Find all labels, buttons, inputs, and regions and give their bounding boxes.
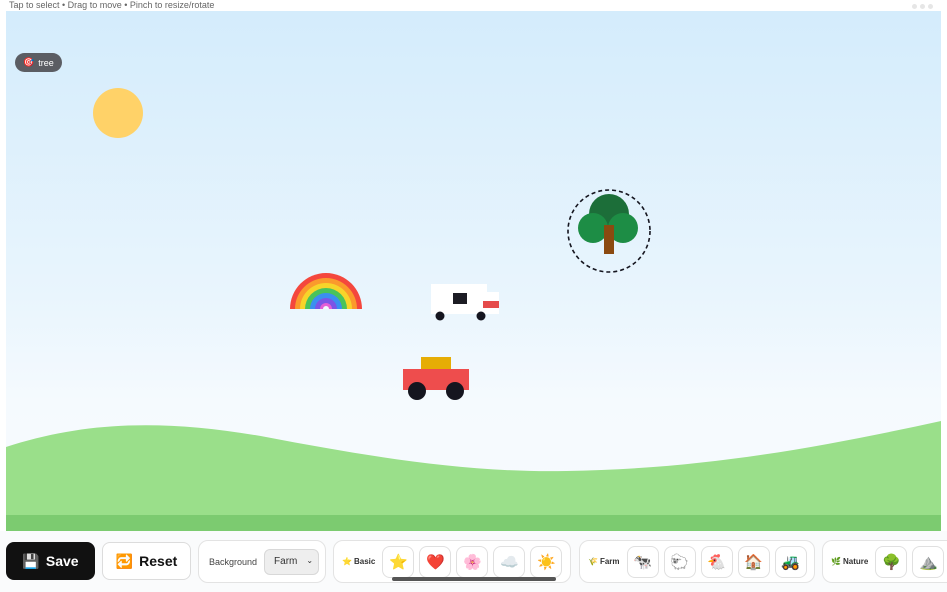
home-indicator — [392, 577, 556, 581]
sun-sticker[interactable] — [92, 87, 144, 139]
status-dots — [912, 4, 933, 9]
sun-sticker-button[interactable]: ☀️ — [530, 545, 563, 578]
reset-button[interactable]: 🔁 Reset — [102, 542, 191, 580]
tractor-sticker-button[interactable]: 🚜 — [774, 545, 807, 578]
scene-canvas[interactable]: 🎯 tree — [6, 11, 941, 531]
sheep-sticker-button[interactable]: 🐑 — [663, 545, 696, 578]
tree-sticker-button[interactable]: 🌳 — [875, 545, 908, 578]
farm-palette: 🌾 Farm 🐄 🐑 🐔 🏠 🚜 — [579, 540, 815, 583]
nature-palette-label: 🌿 Nature — [831, 557, 869, 566]
mountain-sticker-button[interactable]: ⛰️ — [912, 545, 945, 578]
background-select[interactable]: Farm ⌄ — [264, 548, 320, 575]
background-label: Background — [209, 556, 258, 567]
reset-button-label: Reset — [139, 553, 178, 569]
wheat-icon: 🌾 — [588, 557, 598, 566]
cow-sticker-button[interactable]: 🐄 — [626, 545, 659, 578]
van-sticker[interactable] — [429, 282, 501, 322]
rainbow-sticker[interactable] — [289, 272, 363, 310]
barn-sticker-button[interactable]: 🏠 — [737, 545, 770, 578]
target-icon: 🎯 — [23, 57, 35, 67]
app-screen: Tap to select • Drag to move • Pinch to … — [0, 0, 947, 592]
farm-palette-label: 🌾 Farm — [588, 557, 620, 566]
background-select-value: Farm — [274, 556, 298, 567]
nature-palette: 🌿 Nature 🌳 ⛰️ — [822, 540, 947, 583]
selected-object-label: tree — [38, 57, 54, 68]
heart-sticker-button[interactable]: ❤️ — [419, 545, 452, 578]
herb-icon: 🌿 — [831, 557, 841, 566]
chevron-down-icon: ⌄ — [306, 555, 314, 565]
truck-sticker[interactable] — [403, 356, 469, 402]
basic-palette-label: ⭐ Basic — [342, 557, 376, 566]
repeat-icon: 🔁 — [115, 552, 134, 569]
star-sticker-button[interactable]: ⭐ — [382, 545, 415, 578]
star-icon: ⭐ — [342, 557, 352, 566]
cloud-sticker-button[interactable]: ☁️ — [493, 545, 526, 578]
save-button[interactable]: 💾 Save — [6, 542, 95, 580]
background-selector-group: Background Farm ⌄ — [198, 540, 326, 583]
grass-hills — [6, 421, 941, 531]
flower-sticker-button[interactable]: 🌸 — [456, 545, 489, 578]
instructions-hint: Tap to select • Drag to move • Pinch to … — [9, 0, 215, 10]
save-button-label: Save — [45, 553, 79, 569]
bottom-toolbar: 💾 Save 🔁 Reset Background Farm ⌄ ⭐ Basic… — [0, 531, 947, 592]
chicken-sticker-button[interactable]: 🐔 — [700, 545, 733, 578]
tree-sticker-selected[interactable] — [565, 187, 653, 275]
selected-object-tag: 🎯 tree — [15, 53, 62, 72]
floppy-disk-icon: 💾 — [22, 552, 40, 569]
